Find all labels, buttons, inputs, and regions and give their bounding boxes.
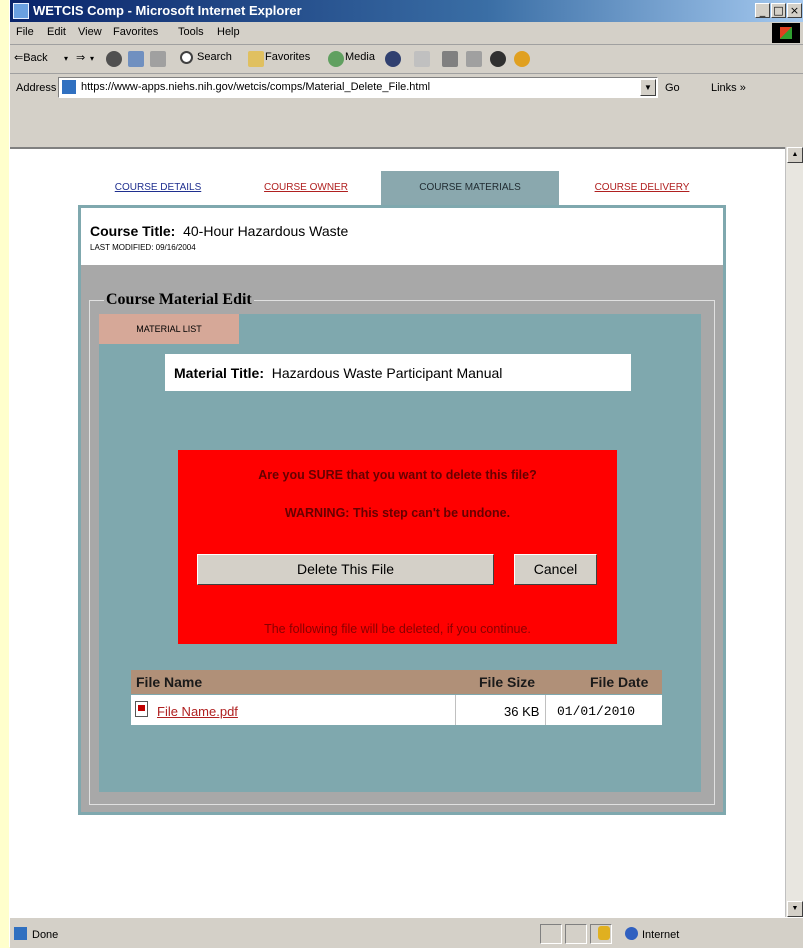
close-button[interactable]: × <box>787 3 802 18</box>
material-title-value: Hazardous Waste Participant Manual <box>271 365 503 381</box>
menu-edit[interactable]: Edit <box>47 26 66 38</box>
cancel-button[interactable]: Cancel <box>514 554 597 585</box>
address-label: Address <box>16 82 57 94</box>
menu-tools[interactable]: Tools <box>178 26 204 38</box>
menu-favorites[interactable]: Favorites <box>113 26 158 38</box>
delete-notice: The following file will be deleted, if y… <box>264 622 531 636</box>
material-title-label: Material Title: <box>174 365 264 381</box>
confirm-question: Are you SURE that you want to delete thi… <box>258 468 537 482</box>
mail-icon[interactable] <box>414 51 430 67</box>
scroll-up-icon[interactable]: ▲ <box>787 147 803 163</box>
vertical-scrollbar[interactable]: ▲ ▼ <box>785 147 803 917</box>
title-bar: WETCIS Comp - Microsoft Internet Explore… <box>10 0 803 22</box>
file-size-cell: 36 KB <box>504 704 540 719</box>
course-title-value: 40-Hour Hazardous Waste <box>183 223 349 239</box>
material-title-line: Material Title: Hazardous Waste Particip… <box>174 365 502 381</box>
favorites-icon[interactable] <box>248 51 264 67</box>
last-modified: LAST MODIFIED: 09/16/2004 <box>90 243 196 252</box>
material-title-box: Material Title: Hazardous Waste Particip… <box>165 354 631 391</box>
ie-icon <box>13 3 29 19</box>
standard-toolbar: ⇐Back ▾ ⇒ ▾ Search Favorites Media <box>10 45 803 74</box>
window-title: WETCIS Comp - Microsoft Internet Explore… <box>33 3 302 18</box>
stop-icon[interactable] <box>106 51 122 67</box>
menu-view[interactable]: View <box>78 26 102 38</box>
status-text: Done <box>32 929 59 941</box>
refresh-icon[interactable] <box>128 51 144 67</box>
course-title-line: Course Title: 40-Hour Hazardous Waste <box>90 223 348 239</box>
windows-logo-icon <box>772 23 800 43</box>
print-icon[interactable] <box>442 51 458 67</box>
material-panel: MATERIAL LIST Material Title: Hazardous … <box>99 314 701 792</box>
page-viewport: COURSE DETAILS COURSE OWNER COURSE MATER… <box>10 147 785 917</box>
history-icon[interactable] <box>385 51 401 67</box>
file-date-cell: 01/01/2010 <box>557 704 636 719</box>
forward-dropdown-icon[interactable]: ▾ <box>90 54 94 63</box>
search-button[interactable]: Search <box>197 51 232 63</box>
header-file-size: File Size <box>479 674 536 690</box>
messenger-icon[interactable] <box>514 51 530 67</box>
minimize-button[interactable]: _ <box>755 3 770 18</box>
maximize-button[interactable]: □ <box>771 3 786 18</box>
page-status-icon <box>14 927 27 940</box>
menu-file[interactable]: File <box>16 26 34 38</box>
header-file-date: File Date <box>590 674 649 690</box>
search-icon[interactable] <box>180 51 193 64</box>
pdf-file-icon <box>135 701 148 717</box>
home-icon[interactable] <box>150 51 166 67</box>
back-button[interactable]: ⇐Back <box>14 51 48 64</box>
forward-button[interactable]: ⇒ <box>76 51 85 64</box>
address-bar: Address https://www-apps.niehs.nih.gov/w… <box>10 73 803 103</box>
tab-material-list[interactable]: MATERIAL LIST <box>99 314 239 344</box>
address-field[interactable]: https://www-apps.niehs.nih.gov/wetcis/co… <box>58 77 658 98</box>
go-button[interactable]: Go <box>665 82 680 94</box>
file-table-header: File Name File Size File Date <box>131 670 662 694</box>
address-dropdown-icon[interactable]: ▼ <box>640 79 656 96</box>
file-name-link[interactable]: File Name.pdf <box>157 704 238 719</box>
internet-zone-icon <box>625 927 638 940</box>
delete-file-button[interactable]: Delete This File <box>197 554 494 585</box>
media-icon[interactable] <box>328 51 344 67</box>
course-header: Course Title: 40-Hour Hazardous Waste LA… <box>81 208 723 265</box>
links-button[interactable]: Links » <box>711 82 746 94</box>
zone-label: Internet <box>642 929 680 941</box>
favorites-button[interactable]: Favorites <box>265 51 310 63</box>
undo-warning: WARNING: This step can't be undone. <box>284 506 511 520</box>
page-icon <box>62 80 76 94</box>
tab-course-details[interactable]: COURSE DETAILS <box>98 171 218 205</box>
back-dropdown-icon[interactable]: ▾ <box>64 54 68 63</box>
discuss-icon[interactable] <box>490 51 506 67</box>
header-file-name: File Name <box>136 674 203 690</box>
lock-icon <box>598 926 610 940</box>
edit-icon[interactable] <box>466 51 482 67</box>
table-row: File Name.pdf 36 KB 01/01/2010 <box>131 695 662 725</box>
tab-course-owner[interactable]: COURSE OWNER <box>246 171 366 205</box>
status-bar: Done Internet <box>10 917 803 948</box>
section-legend: Course Material Edit <box>104 291 254 309</box>
browser-window: WETCIS Comp - Microsoft Internet Explore… <box>9 0 803 948</box>
media-button[interactable]: Media <box>345 51 375 63</box>
scroll-down-icon[interactable]: ▼ <box>787 901 803 917</box>
course-panel: Course Title: 40-Hour Hazardous Waste LA… <box>78 205 726 815</box>
menu-help[interactable]: Help <box>217 26 240 38</box>
menu-bar: File Edit View Favorites Tools Help <box>10 22 803 45</box>
delete-warning-box: Are you SURE that you want to delete thi… <box>178 450 617 644</box>
tab-course-materials[interactable]: COURSE MATERIALS <box>381 171 559 205</box>
address-url[interactable]: https://www-apps.niehs.nih.gov/wetcis/co… <box>81 81 430 93</box>
course-title-label: Course Title: <box>90 223 176 239</box>
tab-course-delivery[interactable]: COURSE DELIVERY <box>578 171 706 205</box>
